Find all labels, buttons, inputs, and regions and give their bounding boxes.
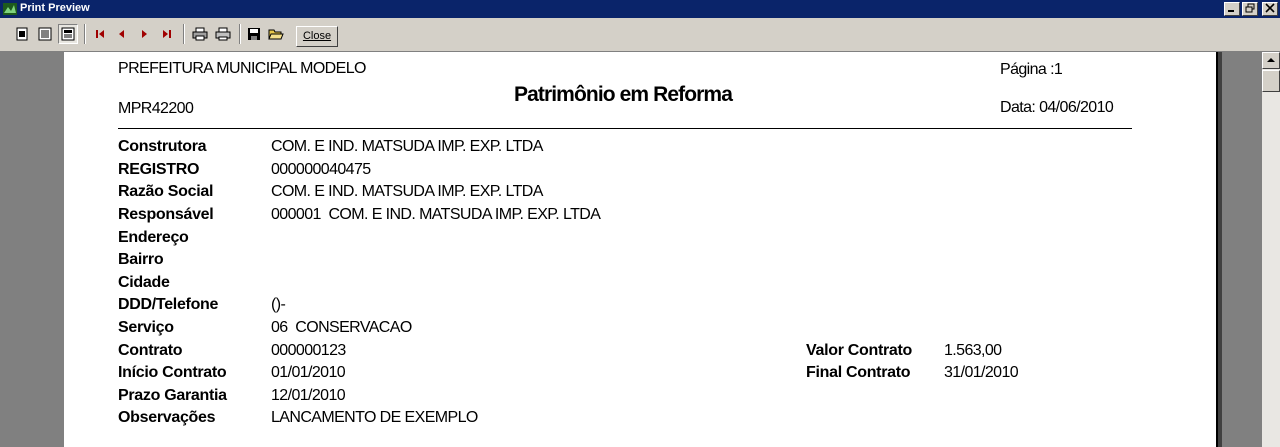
previous-page-icon (119, 30, 124, 38)
open-folder-icon (268, 29, 284, 40)
print-button[interactable] (213, 24, 233, 44)
next-page-button[interactable] (134, 24, 154, 44)
whole-page-button[interactable] (12, 24, 32, 44)
first-page-icon (96, 30, 104, 38)
field-value-construtora: COM. E IND. MATSUDA IMP. EXP. LTDA (271, 138, 543, 155)
zoom-100-icon (61, 27, 75, 41)
report-page: PREFEITURA MUNICIPAL MODELO MPR42200 Pat… (64, 52, 1218, 447)
app-icon (3, 3, 17, 15)
restore-button[interactable] (1242, 2, 1258, 16)
report-date: Data: 04/06/2010 (1000, 99, 1114, 116)
restore-icon (1245, 3, 1255, 13)
field-label-registro: REGISTRO (118, 161, 200, 178)
field-label-responsavel: Responsável (118, 206, 214, 223)
field-value-contrato: 000000123 (271, 342, 346, 359)
page-width-icon (38, 27, 52, 41)
open-button[interactable] (266, 24, 286, 44)
close-preview-button[interactable]: Close (296, 26, 338, 47)
field-value-final-contrato: 31/01/2010 (944, 364, 1019, 381)
field-label-servico: Serviço (118, 319, 174, 336)
scrollbar-thumb[interactable] (1262, 70, 1280, 92)
print-setup-button[interactable] (190, 24, 210, 44)
floppy-disk-icon (248, 28, 260, 40)
field-value-servico: 06 CONSERVACAO (271, 319, 412, 336)
report-code: MPR42200 (118, 100, 194, 117)
field-value-registro: 000000040475 (271, 161, 371, 178)
field-label-razao-social: Razão Social (118, 183, 214, 200)
toolbar-separator (84, 24, 86, 44)
municipality-name: PREFEITURA MUNICIPAL MODELO (118, 60, 366, 77)
scroll-up-button[interactable] (1262, 52, 1280, 69)
field-label-contrato: Contrato (118, 342, 183, 359)
field-value-observacoes: LANCAMENTO DE EXEMPLO (271, 409, 478, 426)
minimize-icon (1228, 10, 1234, 12)
field-label-prazo-garantia: Prazo Garantia (118, 387, 227, 404)
toolbar: Close (0, 18, 1280, 52)
field-value-prazo-garantia: 12/01/2010 (271, 387, 346, 404)
minimize-button[interactable] (1224, 2, 1240, 16)
field-label-observacoes: Observações (118, 409, 216, 426)
whole-page-icon (16, 27, 28, 41)
field-label-endereco: Endereço (118, 229, 189, 246)
save-button[interactable] (244, 24, 264, 44)
field-label-valor-contrato: Valor Contrato (806, 342, 913, 359)
report-title: Patrimônio em Reforma (514, 83, 733, 106)
printer-setup-icon (192, 27, 208, 41)
arrow-up-icon (1267, 58, 1275, 62)
printer-icon (215, 27, 231, 41)
close-icon (1265, 3, 1275, 13)
toolbar-separator (183, 24, 185, 44)
window-controls (1224, 2, 1278, 16)
window-titlebar: Print Preview (0, 0, 1280, 18)
field-label-cidade: Cidade (118, 274, 170, 291)
first-page-button[interactable] (90, 24, 110, 44)
zoom-100-button[interactable] (58, 24, 78, 44)
page-number: Página :1 (1000, 61, 1063, 78)
field-value-telefone: ()- (271, 296, 286, 313)
field-label-inicio-contrato: Início Contrato (118, 364, 227, 381)
field-label-construtora: Construtora (118, 138, 207, 155)
field-value-valor-contrato: 1.563,00 (944, 342, 1002, 359)
close-window-button[interactable] (1262, 2, 1278, 16)
page-width-button[interactable] (35, 24, 55, 44)
last-page-icon (163, 30, 171, 38)
window-title: Print Preview (20, 2, 90, 14)
field-value-razao-social: COM. E IND. MATSUDA IMP. EXP. LTDA (271, 183, 543, 200)
last-page-button[interactable] (157, 24, 177, 44)
field-label-bairro: Bairro (118, 251, 164, 268)
field-value-inicio-contrato: 01/01/2010 (271, 364, 346, 381)
previous-page-button[interactable] (112, 24, 132, 44)
field-label-final-contrato: Final Contrato (806, 364, 911, 381)
header-divider (118, 128, 1132, 129)
field-value-responsavel: 000001 COM. E IND. MATSUDA IMP. EXP. LTD… (271, 206, 601, 223)
next-page-icon (142, 30, 147, 38)
preview-viewport[interactable]: PREFEITURA MUNICIPAL MODELO MPR42200 Pat… (0, 52, 1262, 447)
field-label-telefone: DDD/Telefone (118, 296, 219, 313)
toolbar-separator (239, 24, 241, 44)
vertical-scrollbar[interactable] (1262, 52, 1280, 447)
page-shadow (1218, 52, 1222, 447)
